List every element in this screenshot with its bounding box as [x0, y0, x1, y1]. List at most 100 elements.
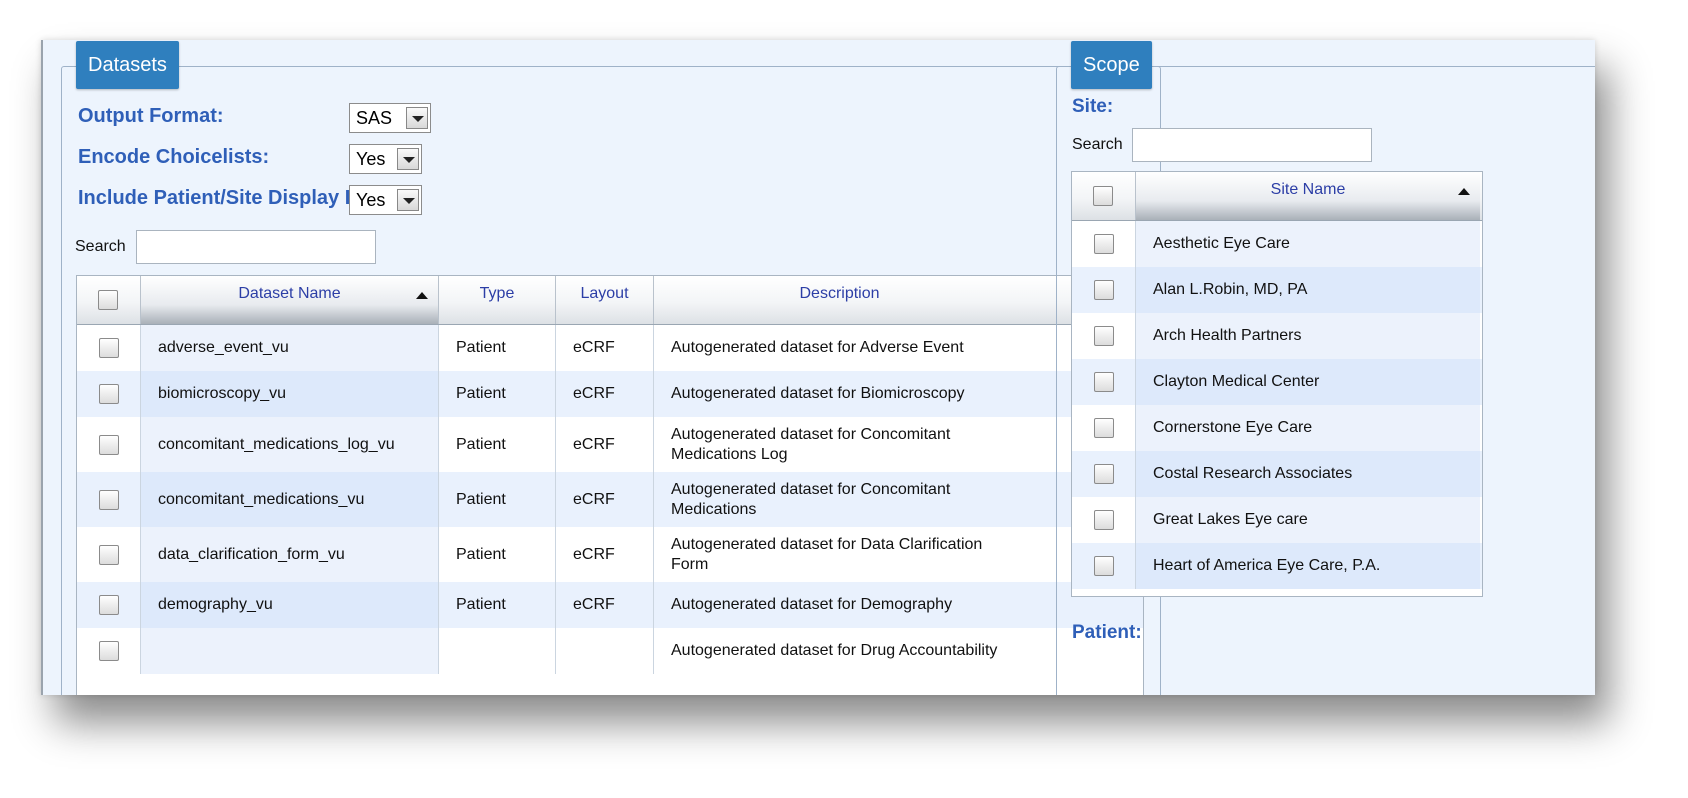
- column-type[interactable]: Type: [439, 276, 556, 324]
- include-display-id-label: Include Patient/Site Display ID:: [78, 187, 372, 209]
- site-search-input[interactable]: [1132, 128, 1372, 162]
- encode-choicelists-label: Encode Choicelists:: [78, 146, 270, 168]
- cell-site-name: Cornerstone Eye Care: [1136, 405, 1480, 451]
- row-select-cell: [77, 472, 141, 527]
- dataset-table: Dataset Name Type Layout Description adv…: [76, 275, 1144, 695]
- row-checkbox[interactable]: [98, 641, 119, 661]
- site-checkbox[interactable]: [1093, 464, 1114, 484]
- description-text: Autogenerated dataset for Data Clarifica…: [671, 535, 983, 573]
- column-site-name[interactable]: Site Name: [1136, 172, 1480, 220]
- include-display-id-select[interactable]: Yes: [349, 185, 422, 215]
- layout-text: eCRF: [573, 339, 615, 356]
- layout-text: eCRF: [573, 490, 615, 508]
- column-dataset-name-label: Dataset Name: [238, 285, 341, 302]
- table-row[interactable]: concomitant_medications_vu Patient eCRF Aut…: [77, 472, 1143, 527]
- column-type-label: Type: [479, 285, 515, 302]
- site-checkbox[interactable]: [1093, 418, 1114, 438]
- column-dataset-name[interactable]: Dataset Name: [141, 276, 439, 324]
- export-panel: Datasets Output Format: SAS Encode Choic…: [41, 40, 1595, 695]
- layout-text: eCRF: [573, 385, 615, 402]
- row-select-cell: [77, 325, 141, 371]
- dataset-search-label: Search: [75, 238, 126, 255]
- table-row[interactable]: demography_vu Patient eCRF Autogenerated da…: [77, 582, 1143, 628]
- column-site-name-label: Site Name: [1270, 181, 1346, 198]
- select-all-checkbox[interactable]: [98, 290, 118, 310]
- site-row[interactable]: Cornerstone Eye Care: [1072, 405, 1482, 451]
- row-checkbox[interactable]: [98, 434, 119, 455]
- cell-description: Autogenerated dataset for Demography: [654, 582, 1025, 628]
- row-select-cell: [1072, 267, 1136, 313]
- cell-description: Autogenerated dataset for Concomitant Me…: [654, 472, 1025, 527]
- cell-name: data_clarification_form_vu: [141, 527, 439, 582]
- dataset-search-input[interactable]: [136, 230, 376, 264]
- row-checkbox[interactable]: [98, 384, 119, 404]
- table-row[interactable]: Autogenerated dataset for Drug Accountab…: [77, 628, 1143, 674]
- chevron-down-icon[interactable]: [397, 189, 419, 211]
- row-checkbox[interactable]: [98, 544, 119, 565]
- site-row[interactable]: Alan L.Robin, MD, PA: [1072, 267, 1482, 313]
- type-text: Patient: [456, 339, 506, 356]
- description-text: Autogenerated dataset for Demography: [671, 596, 953, 613]
- column-layout[interactable]: Layout: [556, 276, 654, 324]
- cell-layout: eCRF: [556, 417, 654, 472]
- site-name-text: Costal Research Associates: [1153, 465, 1353, 482]
- include-display-id-value: Yes: [356, 190, 386, 210]
- site-table: Site Name Aesthetic Eye Care Alan L.Robin…: [1071, 171, 1483, 597]
- cell-name: demography_vu: [141, 582, 439, 628]
- dataset-table-header: Dataset Name Type Layout Description: [77, 276, 1143, 325]
- row-select-cell: [77, 371, 141, 417]
- output-format-value: SAS: [356, 108, 393, 128]
- site-checkbox[interactable]: [1093, 556, 1114, 576]
- name-text: biomicroscopy_vu: [158, 385, 287, 402]
- cell-layout: eCRF: [556, 371, 654, 417]
- site-row[interactable]: Aesthetic Eye Care: [1072, 221, 1482, 267]
- site-name-text: Aesthetic Eye Care: [1153, 235, 1290, 252]
- cell-name: adverse_event_vu: [141, 325, 439, 371]
- site-name-text: Heart of America Eye Care, P.A.: [1153, 557, 1381, 574]
- column-description[interactable]: Description: [654, 276, 1025, 324]
- column-description-label: Description: [799, 285, 880, 302]
- cell-layout: eCRF: [556, 527, 654, 582]
- cell-site-name: Aesthetic Eye Care: [1136, 221, 1480, 267]
- site-row[interactable]: Heart of America Eye Care, P.A.: [1072, 543, 1482, 589]
- row-checkbox[interactable]: [98, 489, 119, 510]
- cell-description: Autogenerated dataset for Data Clarifica…: [654, 527, 1025, 582]
- chevron-down-icon[interactable]: [406, 107, 428, 129]
- site-row[interactable]: Great Lakes Eye care: [1072, 497, 1482, 543]
- site-row[interactable]: Clayton Medical Center: [1072, 359, 1482, 405]
- cell-type: Patient: [439, 417, 556, 472]
- cell-type: Patient: [439, 527, 556, 582]
- site-checkbox[interactable]: [1093, 280, 1114, 300]
- site-row[interactable]: Costal Research Associates: [1072, 451, 1482, 497]
- site-checkbox[interactable]: [1093, 326, 1114, 346]
- cell-description: Autogenerated dataset for Drug Accountab…: [654, 628, 1025, 674]
- site-row[interactable]: Arch Health Partners: [1072, 313, 1482, 359]
- description-text: Autogenerated dataset for Adverse Event: [671, 339, 964, 356]
- cell-site-name: Great Lakes Eye care: [1136, 497, 1480, 543]
- cell-type: Patient: [439, 472, 556, 527]
- encode-choicelists-select[interactable]: Yes: [349, 144, 422, 174]
- name-text: data_clarification_form_vu: [158, 545, 345, 563]
- table-row[interactable]: data_clarification_form_vu Patient eCRF Aut…: [77, 527, 1143, 582]
- description-text: Autogenerated dataset for Drug Accountab…: [671, 642, 998, 659]
- output-format-select[interactable]: SAS: [349, 103, 431, 133]
- table-row[interactable]: adverse_event_vu Patient eCRF Autogenerated…: [77, 325, 1143, 371]
- table-row[interactable]: biomicroscopy_vu Patient eCRF Autogenerated…: [77, 371, 1143, 417]
- table-row[interactable]: concomitant_medications_log_vu Patient eCR…: [77, 417, 1143, 472]
- site-name-text: Clayton Medical Center: [1153, 373, 1320, 390]
- row-checkbox[interactable]: [98, 338, 119, 358]
- chevron-down-icon[interactable]: [397, 148, 419, 170]
- type-text: Patient: [456, 385, 506, 402]
- site-name-text: Great Lakes Eye care: [1153, 511, 1308, 528]
- cell-name: concomitant_medications_log_vu: [141, 417, 439, 472]
- cell-layout: eCRF: [556, 472, 654, 527]
- row-checkbox[interactable]: [98, 595, 119, 615]
- site-checkbox[interactable]: [1093, 234, 1114, 254]
- row-select-cell: [77, 417, 141, 472]
- cell-name: [141, 628, 439, 674]
- site-checkbox[interactable]: [1093, 372, 1114, 392]
- site-checkbox[interactable]: [1093, 510, 1114, 530]
- row-select-cell: [1072, 405, 1136, 451]
- select-all-sites-checkbox[interactable]: [1093, 186, 1113, 206]
- name-text: concomitant_medications_log_vu: [158, 435, 395, 453]
